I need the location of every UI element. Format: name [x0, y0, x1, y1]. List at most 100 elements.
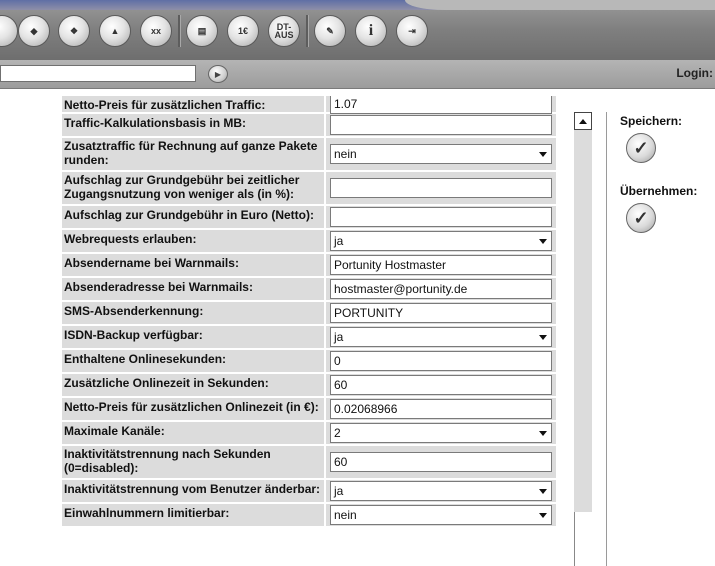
form-row-value-cell: Portunity Hostmaster	[326, 254, 556, 276]
form-field-value: PORTUNITY	[334, 306, 404, 320]
info-text: i	[368, 22, 374, 39]
form-row: Enthaltene Onlinesekunden: 0	[62, 350, 556, 372]
form-input[interactable]: 0	[330, 351, 552, 371]
toolbar-top-curve	[405, 0, 715, 10]
form-row-label: Inaktivitätstrennung nach Sekunden (0=di…	[62, 446, 324, 478]
form-row-label: Enthaltene Onlinesekunden:	[62, 350, 324, 372]
address-bar: ▶ Login:	[0, 60, 715, 89]
form-row-label: ISDN-Backup verfügbar:	[62, 326, 324, 348]
form-row-value-cell	[326, 172, 556, 204]
form-row-value-cell: hostmaster@portunity.de	[326, 278, 556, 300]
form-input[interactable]: Portunity Hostmaster	[330, 255, 552, 275]
form-input[interactable]	[330, 178, 552, 198]
form-row-value-cell: 0	[326, 350, 556, 372]
vertical-scrollbar[interactable]	[574, 112, 592, 566]
euro-document-text: 1€	[237, 26, 248, 36]
form-row-value-cell: nein	[326, 504, 556, 526]
chevron-down-icon[interactable]	[539, 335, 547, 340]
form-row-value-cell: 0.02068966	[326, 398, 556, 420]
settings-form: Netto-Preis für zusätzlichen Traffic: 1.0…	[62, 96, 556, 560]
go-arrow-icon[interactable]: ▶	[208, 65, 228, 83]
info-icon[interactable]: i	[355, 15, 387, 47]
pyramid-icon[interactable]: ▲	[99, 15, 131, 47]
form-row-value-cell: 1.07	[326, 96, 556, 114]
address-input[interactable]	[0, 65, 196, 82]
form-select[interactable]: nein	[330, 144, 552, 164]
form-row-label: Netto-Preis für zusätzlichen Traffic:	[62, 96, 324, 112]
form-input[interactable]: 0.02068966	[330, 399, 552, 419]
form-row-value-cell: ja	[326, 480, 556, 502]
form-select[interactable]: ja	[330, 231, 552, 251]
form-row: Inaktivitätstrennung vom Benutzer änderb…	[62, 480, 556, 502]
form-row-label: SMS-Absenderkennung:	[62, 302, 324, 324]
form-row: Zusatztraffic für Rechnung auf ganze Pak…	[62, 138, 556, 170]
form-field-value: 0.02068966	[334, 402, 398, 416]
form-row: Maximale Kanäle: 2	[62, 422, 556, 444]
form-row: Netto-Preis für zusätzlichen Onlinezeit …	[62, 398, 556, 420]
apply-check-button[interactable]: ✓	[626, 203, 656, 233]
tools-xx-icon[interactable]: xx	[140, 15, 172, 47]
partial-round-icon[interactable]	[0, 15, 18, 47]
document-icon[interactable]: ▤	[186, 15, 218, 47]
dt-aus-icon[interactable]: DT- AUS	[268, 15, 300, 47]
form-select[interactable]: nein	[330, 505, 552, 525]
settings-tools-icon[interactable]: ✎	[314, 15, 346, 47]
chevron-down-icon[interactable]	[539, 489, 547, 494]
form-row-value-cell: nein	[326, 138, 556, 170]
form-input[interactable]	[330, 115, 552, 135]
form-field-value: nein	[334, 508, 357, 522]
tools-xx-text: xx	[150, 26, 161, 36]
main-toolbar: ◆ ❖ ▲ xx ▤ 1€ DT- AUS ✎ i ⇥	[0, 0, 715, 60]
form-field-value: ja	[334, 234, 344, 248]
form-row-label: Webrequests erlauben:	[62, 230, 324, 252]
form-field-value: 0	[334, 354, 341, 368]
form-row-label: Aufschlag zur Grundgebühr in Euro (Netto…	[62, 206, 324, 228]
form-field-value: ja	[334, 484, 344, 498]
form-row-label: Zusatztraffic für Rechnung auf ganze Pak…	[62, 138, 324, 170]
login-label: Login:	[676, 66, 713, 80]
form-select[interactable]: ja	[330, 481, 552, 501]
form-input[interactable]	[330, 207, 552, 227]
scroll-thumb[interactable]	[574, 512, 592, 566]
form-row-value-cell: ja	[326, 326, 556, 348]
chevron-down-icon[interactable]	[539, 431, 547, 436]
form-row-value-cell: 60	[326, 446, 556, 478]
form-row: Traffic-Kalkulationsbasis in MB:	[62, 114, 556, 136]
dt-aus-text: DT- AUS	[274, 22, 294, 40]
toolbar-separator	[306, 15, 309, 47]
cube-icon[interactable]: ◆	[18, 15, 50, 47]
form-row-value-cell	[326, 206, 556, 228]
form-row-label: Zusätzliche Onlinezeit in Sekunden:	[62, 374, 324, 396]
chevron-down-icon[interactable]	[539, 152, 547, 157]
euro-document-icon[interactable]: 1€	[227, 15, 259, 47]
save-check-button[interactable]: ✓	[626, 133, 656, 163]
form-row-label: Maximale Kanäle:	[62, 422, 324, 444]
form-input[interactable]: 1.07	[330, 96, 552, 114]
scroll-up-button[interactable]	[574, 112, 592, 130]
side-divider	[606, 112, 607, 566]
form-row-label: Absendername bei Warnmails:	[62, 254, 324, 276]
form-input[interactable]: hostmaster@portunity.de	[330, 279, 552, 299]
form-row: SMS-Absenderkennung: PORTUNITY	[62, 302, 556, 324]
form-select[interactable]: ja	[330, 327, 552, 347]
cubes-icon[interactable]: ❖	[58, 15, 90, 47]
chevron-down-icon[interactable]	[539, 239, 547, 244]
form-row: Aufschlag zur Grundgebühr bei zeitlicher…	[62, 172, 556, 204]
form-row: Absendername bei Warnmails: Portunity Hos…	[62, 254, 556, 276]
form-input[interactable]: 60	[330, 452, 552, 472]
form-row-label: Aufschlag zur Grundgebühr bei zeitlicher…	[62, 172, 324, 204]
form-row-value-cell: 2	[326, 422, 556, 444]
form-field-value: 1.07	[334, 97, 358, 111]
exit-icon[interactable]: ⇥	[396, 15, 428, 47]
form-field-value: hostmaster@portunity.de	[334, 282, 468, 296]
form-row: Netto-Preis für zusätzlichen Traffic: 1.0…	[62, 96, 556, 114]
form-select[interactable]: 2	[330, 423, 552, 443]
form-row-value-cell	[326, 114, 556, 136]
save-label: Speichern:	[620, 114, 683, 128]
form-input[interactable]: PORTUNITY	[330, 303, 552, 323]
chevron-down-icon[interactable]	[539, 513, 547, 518]
form-input[interactable]: 60	[330, 375, 552, 395]
scroll-track[interactable]	[574, 130, 592, 512]
form-field-value: nein	[334, 147, 357, 161]
form-row-value-cell: ja	[326, 230, 556, 252]
